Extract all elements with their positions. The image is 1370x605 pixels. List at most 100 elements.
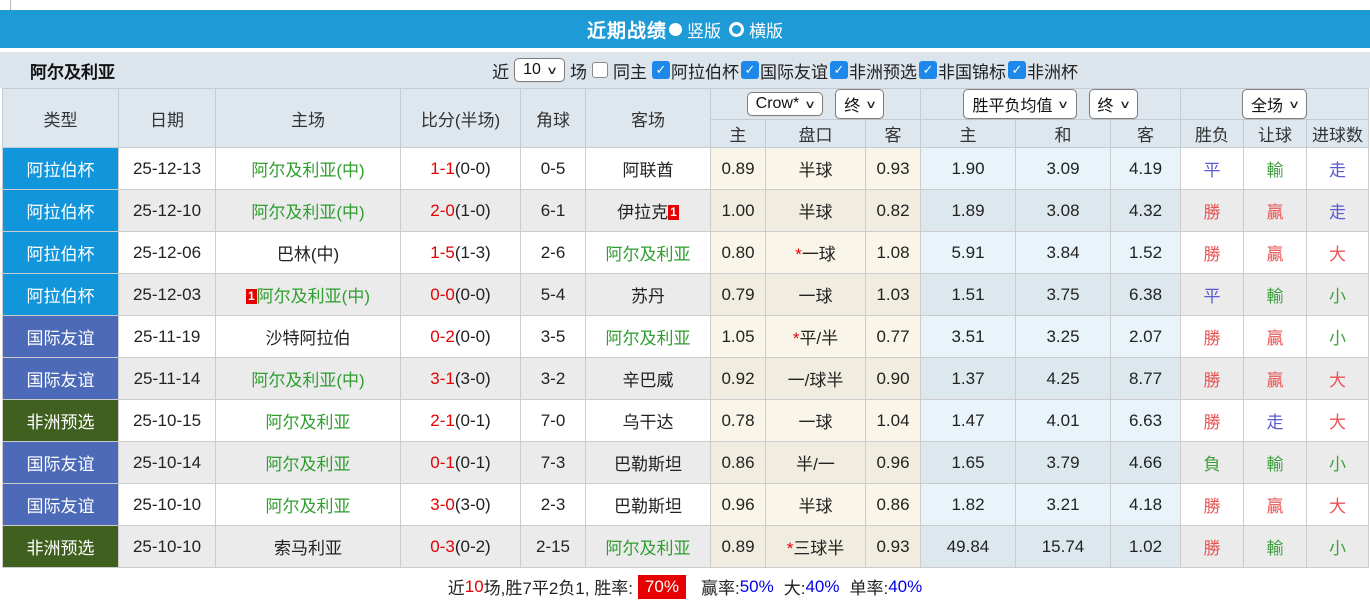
same-home-checkbox[interactable] — [592, 62, 608, 78]
league-filter[interactable]: ✓ 非洲预选 — [830, 58, 917, 83]
radio-unselected-icon[interactable] — [729, 21, 744, 37]
away-team-cell[interactable]: 巴勒斯坦 — [585, 483, 711, 526]
avg-win-cell: 49.84 — [920, 525, 1016, 568]
table-row: 阿拉伯杯 25-12-13 阿尔及利亚(中) 1-1(0-0) 0-5 阿联酋 0.89 半球… — [2, 147, 1370, 190]
score-cell: 2-0(1-0) — [400, 189, 521, 232]
league-filter-label: 阿拉伯杯 — [671, 62, 739, 82]
away-team-cell[interactable]: 巴勒斯坦 — [585, 441, 711, 484]
rank-badge: 1 — [245, 289, 257, 304]
home-team-cell[interactable]: 阿尔及利亚(中) — [215, 189, 401, 232]
home-team-cell[interactable]: 阿尔及利亚 — [215, 483, 401, 526]
avg-type-select[interactable]: 胜平负均值 ∨ — [963, 89, 1077, 119]
home-team-cell[interactable]: 索马利亚 — [215, 525, 401, 568]
result-wdl-cell: 勝 — [1180, 357, 1245, 400]
avg-draw-cell: 3.09 — [1015, 147, 1111, 190]
away-team-cell[interactable]: 辛巴威 — [585, 357, 711, 400]
result-handicap-cell: 走 — [1243, 399, 1308, 442]
single-pct-value: 40% — [888, 576, 923, 596]
corner-cell: 2-6 — [520, 231, 586, 274]
home-team-cell[interactable]: 阿尔及利亚(中) — [215, 357, 401, 400]
checkbox-checked-icon[interactable]: ✓ — [919, 61, 937, 79]
score-cell: 2-1(0-1) — [400, 399, 521, 442]
corner-cell: 3-5 — [520, 315, 586, 358]
avg-win-cell: 1.47 — [920, 399, 1016, 442]
match-count-select[interactable]: 10 ∨ — [514, 58, 565, 82]
match-type-cell: 非洲预选 — [2, 399, 119, 442]
handicap-cell: 一球 — [765, 399, 866, 442]
col-header-away: 客场 — [585, 88, 711, 148]
result-goals-cell: 大 — [1306, 357, 1370, 400]
league-filter[interactable]: ✓ 非国锦标 — [919, 58, 1006, 83]
odds-company-select[interactable]: Crow* ∨ — [746, 92, 824, 116]
col-header-avg-win: 主 — [920, 119, 1016, 148]
radio-selected-icon[interactable] — [669, 22, 682, 36]
odds-home-cell: 0.78 — [710, 399, 766, 442]
avg-draw-cell: 3.25 — [1015, 315, 1111, 358]
league-filter[interactable]: ✓ 国际友谊 — [741, 58, 828, 83]
home-team-cell[interactable]: 阿尔及利亚 — [215, 441, 401, 484]
match-date-cell: 25-12-06 — [118, 231, 216, 274]
match-date-cell: 25-10-15 — [118, 399, 216, 442]
checkbox-checked-icon[interactable]: ✓ — [1008, 61, 1026, 79]
col-header-date: 日期 — [118, 88, 216, 148]
away-team-cell[interactable]: 伊拉克 1 — [585, 189, 711, 232]
avg-win-cell: 1.51 — [920, 273, 1016, 316]
away-team-cell[interactable]: 乌干达 — [585, 399, 711, 442]
summary-count: 10 — [464, 576, 484, 596]
avg-lose-cell: 4.19 — [1109, 147, 1182, 190]
odds-home-cell: 1.05 — [710, 315, 766, 358]
match-type-cell: 国际友谊 — [2, 357, 119, 400]
result-goals-cell: 走 — [1306, 189, 1370, 232]
odds-away-cell: 0.93 — [865, 525, 921, 568]
match-type-cell: 阿拉伯杯 — [2, 231, 119, 274]
away-team-cell[interactable]: 阿尔及利亚 — [585, 525, 711, 568]
avg-lose-cell: 8.77 — [1109, 357, 1182, 400]
table-row: 阿拉伯杯 25-12-10 阿尔及利亚(中) 2-0(1-0) 6-1 伊拉克 1 1.00 半… — [2, 189, 1370, 232]
away-team-cell[interactable]: 苏丹 — [585, 273, 711, 316]
home-team-cell[interactable]: 阿尔及利亚(中) — [215, 147, 401, 190]
result-goals-cell: 小 — [1306, 441, 1370, 484]
corner-cell: 3-2 — [520, 357, 586, 400]
avg-time-select[interactable]: 终 ∨ — [1088, 89, 1138, 119]
handicap-cell: *平/半 — [765, 315, 866, 358]
home-team-cell[interactable]: 沙特阿拉伯 — [215, 315, 401, 358]
big-pct-label: 大: — [783, 579, 806, 598]
match-date-cell: 25-12-13 — [118, 147, 216, 190]
col-header-home: 主场 — [215, 88, 401, 148]
avg-win-cell: 1.65 — [920, 441, 1016, 484]
match-date-cell: 25-11-19 — [118, 315, 216, 358]
match-type-cell: 国际友谊 — [2, 441, 119, 484]
away-team-cell[interactable]: 阿尔及利亚 — [585, 315, 711, 358]
score-cell: 3-1(3-0) — [400, 357, 521, 400]
score-cell: 3-0(3-0) — [400, 483, 521, 526]
checkbox-checked-icon[interactable]: ✓ — [741, 61, 759, 79]
checkbox-checked-icon[interactable]: ✓ — [830, 61, 848, 79]
league-filter[interactable]: ✓ 非洲杯 — [1008, 58, 1078, 83]
match-type-cell: 国际友谊 — [2, 315, 119, 358]
match-date-cell: 25-10-10 — [118, 525, 216, 568]
home-team-cell[interactable]: 阿尔及利亚 — [215, 399, 401, 442]
col-header-avg-draw: 和 — [1015, 119, 1111, 148]
result-goals-cell: 小 — [1306, 525, 1370, 568]
layout-toggle-vertical[interactable]: 竖版 — [669, 17, 721, 42]
handicap-cell: *一球 — [765, 231, 866, 274]
checkbox-checked-icon[interactable]: ✓ — [652, 61, 670, 79]
avg-win-cell: 1.90 — [920, 147, 1016, 190]
avg-draw-cell: 4.25 — [1015, 357, 1111, 400]
odds-home-cell: 0.80 — [710, 231, 766, 274]
scope-select[interactable]: 全场 ∨ — [1242, 89, 1308, 119]
home-team-cell[interactable]: 巴林(中) — [215, 231, 401, 274]
home-team-cell[interactable]: 1 阿尔及利亚(中) — [215, 273, 401, 316]
away-team-cell[interactable]: 阿尔及利亚 — [585, 231, 711, 274]
corner-cell: 2-15 — [520, 525, 586, 568]
chevron-down-icon: ∨ — [1288, 98, 1301, 111]
result-wdl-cell: 負 — [1180, 441, 1245, 484]
summary-record: 场,胜7平2负1, 胜率: — [483, 579, 633, 598]
layout-toggle-horizontal[interactable]: 横版 — [729, 17, 783, 42]
odds-away-cell: 0.77 — [865, 315, 921, 358]
away-team-cell[interactable]: 阿联酋 — [585, 147, 711, 190]
odds-time-select[interactable]: 终 ∨ — [835, 89, 885, 119]
odds-away-cell: 1.04 — [865, 399, 921, 442]
result-wdl-cell: 勝 — [1180, 231, 1245, 274]
league-filter[interactable]: ✓ 阿拉伯杯 — [652, 58, 739, 83]
